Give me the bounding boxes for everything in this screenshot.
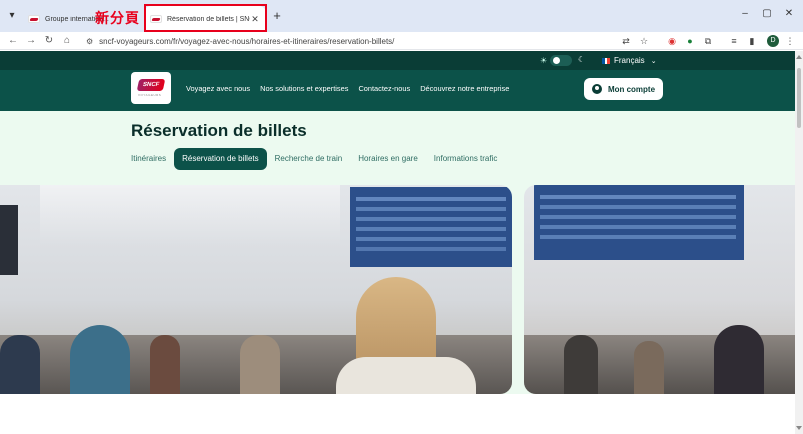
dark-mode-toggle[interactable] bbox=[550, 55, 572, 66]
menu-kebab-icon[interactable]: ⋮ bbox=[784, 35, 796, 47]
subtab-horaires[interactable]: Horaires en gare bbox=[350, 148, 426, 170]
scroll-up-icon[interactable] bbox=[796, 55, 802, 59]
forward-icon[interactable]: → bbox=[24, 34, 38, 48]
nav-links: Voyagez avec nous Nos solutions et exper… bbox=[186, 84, 509, 93]
hero-image-station bbox=[0, 185, 512, 394]
nav-link-contact[interactable]: Contactez-nous bbox=[358, 84, 410, 93]
browser-tab-strip: ▾ Groupe internation... Réservation de b… bbox=[0, 0, 803, 32]
highlight-box bbox=[144, 4, 267, 32]
user-icon bbox=[591, 84, 602, 94]
sncf-logo[interactable]: SNCF VOYAGEURS bbox=[131, 72, 171, 104]
home-icon[interactable]: ⌂ bbox=[60, 34, 74, 48]
subtab-trafic[interactable]: Informations trafic bbox=[426, 148, 506, 170]
side-panel-icon[interactable]: ▮ bbox=[746, 35, 758, 47]
extension-grammar-icon[interactable]: ● bbox=[684, 35, 696, 47]
account-button[interactable]: Mon compte bbox=[584, 78, 663, 100]
subtab-reservation[interactable]: Réservation de billets bbox=[174, 148, 267, 170]
main-navigation: SNCF VOYAGEURS Voyagez avec nous Nos sol… bbox=[0, 70, 795, 111]
nav-link-solutions[interactable]: Nos solutions et expertises bbox=[260, 84, 348, 93]
sncf-logo-mark: SNCF bbox=[136, 79, 166, 91]
page-scrollbar[interactable] bbox=[795, 51, 803, 434]
content-area bbox=[0, 394, 795, 434]
extension-icon[interactable]: ◉ bbox=[666, 35, 678, 47]
account-label: Mon compte bbox=[607, 84, 656, 94]
translate-icon[interactable]: ⇄ bbox=[620, 35, 632, 47]
language-selector[interactable]: Français ⌄ bbox=[602, 56, 657, 65]
reload-icon[interactable]: ↻ bbox=[42, 34, 56, 48]
hero-image-crowd bbox=[524, 185, 795, 394]
reading-list-icon[interactable]: ≡ bbox=[728, 35, 740, 47]
sub-navigation: Itinéraires Réservation de billets Reche… bbox=[131, 148, 505, 170]
moon-icon: ☾ bbox=[578, 55, 586, 64]
minimize-button[interactable]: – bbox=[735, 8, 755, 19]
language-label: Français bbox=[614, 56, 645, 65]
web-page: ☀ ☾ Français ⌄ SNCF VOYAGEURS Voyagez av… bbox=[0, 51, 795, 434]
tab-search-chevron-icon[interactable]: ▾ bbox=[4, 8, 20, 24]
new-tab-button[interactable]: + bbox=[270, 9, 284, 23]
sncf-favicon-icon bbox=[28, 15, 40, 23]
back-icon[interactable]: ← bbox=[6, 34, 20, 48]
restore-button[interactable]: ▢ bbox=[757, 8, 777, 19]
nav-link-entreprise[interactable]: Découvrez notre entreprise bbox=[420, 84, 509, 93]
utility-bar: ☀ ☾ Français ⌄ bbox=[0, 51, 795, 70]
scroll-down-icon[interactable] bbox=[796, 426, 802, 430]
nav-link-voyagez[interactable]: Voyagez avec nous bbox=[186, 84, 250, 93]
close-window-button[interactable]: ✕ bbox=[779, 8, 799, 19]
browser-toolbar: ← → ↻ ⌂ ⚙ sncf-voyageurs.com/fr/voyagez-… bbox=[0, 32, 803, 50]
extensions-puzzle-icon[interactable]: ⧉ bbox=[702, 35, 714, 47]
scrollbar-thumb[interactable] bbox=[797, 68, 801, 128]
url-text: sncf-voyageurs.com/fr/voyagez-avec-nous/… bbox=[99, 36, 395, 46]
profile-avatar[interactable]: D bbox=[767, 35, 779, 47]
page-title: Réservation de billets bbox=[131, 121, 307, 140]
address-bar[interactable]: ⚙ sncf-voyageurs.com/fr/voyagez-avec-nou… bbox=[82, 33, 662, 49]
sncf-logo-subtitle: VOYAGEURS bbox=[138, 93, 162, 97]
french-flag-icon bbox=[602, 57, 611, 64]
annotation-label: 新分頁 bbox=[95, 11, 140, 27]
bookmark-star-icon[interactable]: ☆ bbox=[638, 35, 650, 47]
chevron-down-icon: ⌄ bbox=[650, 57, 657, 65]
site-info-icon[interactable]: ⚙ bbox=[86, 37, 93, 46]
subtab-itineraires[interactable]: Itinéraires bbox=[131, 148, 174, 170]
sun-icon: ☀ bbox=[540, 56, 548, 65]
subtab-recherche[interactable]: Recherche de train bbox=[267, 148, 351, 170]
